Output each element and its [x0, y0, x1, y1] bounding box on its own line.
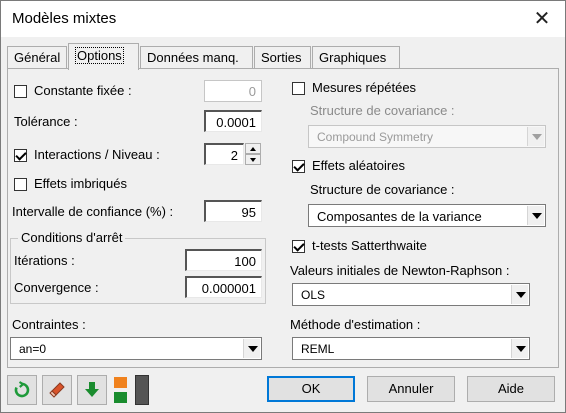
constante-fixee-checkbox[interactable]	[14, 85, 27, 98]
contraintes-select[interactable]: an=0	[10, 337, 262, 360]
intervalle-label: Intervalle de confiance (%) :	[12, 204, 174, 219]
constante-fixee-field[interactable]: 0	[204, 80, 262, 102]
aleatoires-structure-select[interactable]: Composantes de la variance	[308, 204, 546, 227]
tab-graphiques[interactable]: Graphiques	[312, 46, 400, 69]
download-button[interactable]	[77, 375, 107, 405]
intervalle-field[interactable]: 95	[204, 200, 262, 222]
effets-imbriques-checkbox[interactable]	[14, 178, 27, 191]
color-split-icon	[114, 377, 127, 388]
newton-raphson-label: Valeurs initiales de Newton-Raphson :	[290, 263, 510, 278]
constante-fixee-label: Constante fixée :	[34, 83, 132, 98]
close-icon[interactable]: ✕	[531, 7, 553, 29]
interactions-label: Interactions / Niveau :	[34, 147, 160, 162]
clear-button[interactable]	[42, 375, 72, 405]
tab-sorties[interactable]: Sorties	[254, 46, 311, 69]
mesures-structure-label: Structure de covariance :	[310, 103, 455, 118]
color-split-button[interactable]	[111, 375, 131, 405]
dialog-window: Modèles mixtes ✕ Général Options Données…	[0, 0, 566, 413]
tab-options[interactable]: Options	[68, 43, 139, 70]
contraintes-label: Contraintes :	[12, 317, 86, 332]
help-button[interactable]: Aide	[467, 376, 555, 402]
mesures-repetees-label: Mesures répétées	[312, 80, 417, 95]
window-title: Modèles mixtes	[12, 10, 117, 27]
tolerance-field[interactable]: 0.0001	[204, 110, 262, 132]
stepper-up-icon[interactable]	[245, 143, 261, 154]
interactions-level-field[interactable]: 2	[204, 143, 244, 165]
convergence-label: Convergence :	[14, 280, 99, 295]
chevron-down-icon[interactable]	[511, 285, 528, 304]
methode-label: Méthode d'estimation :	[290, 317, 421, 332]
interactions-checkbox[interactable]	[14, 149, 27, 162]
convergence-field[interactable]: 0.000001	[185, 276, 262, 298]
effets-aleatoires-checkbox[interactable]	[292, 160, 305, 173]
iterations-label: Itérations :	[14, 253, 75, 268]
tab-donnees-manquantes[interactable]: Données manq.	[140, 46, 253, 69]
tab-strip: Général Options Données manq. Sorties Gr…	[7, 43, 566, 70]
conditions-arret-title: Conditions d'arrêt	[18, 230, 126, 245]
chevron-down-icon[interactable]	[511, 339, 528, 358]
tab-general[interactable]: Général	[7, 46, 67, 69]
mesures-structure-select[interactable]: Compound Symmetry	[308, 125, 546, 148]
mesures-repetees-checkbox[interactable]	[292, 82, 305, 95]
cancel-button[interactable]: Annuler	[367, 376, 455, 402]
eraser-icon	[49, 382, 65, 398]
newton-raphson-value: OLS	[301, 288, 326, 302]
tolerance-label: Tolérance :	[14, 114, 78, 129]
contraintes-value: an=0	[19, 342, 47, 356]
mesures-structure-value: Compound Symmetry	[317, 130, 434, 144]
options-panel: Constante fixée : 0 Tolérance : 0.0001 I…	[7, 68, 559, 368]
reset-icon	[14, 381, 30, 398]
title-bar: Modèles mixtes ✕	[1, 1, 565, 37]
newton-raphson-select[interactable]: OLS	[292, 283, 530, 306]
separator-bar	[135, 375, 149, 405]
effets-aleatoires-label: Effets aléatoires	[312, 158, 405, 173]
aleatoires-structure-label: Structure de covariance :	[310, 182, 455, 197]
methode-select[interactable]: REML	[292, 337, 530, 360]
satterthwaite-checkbox[interactable]	[292, 240, 305, 253]
effets-imbriques-label: Effets imbriqués	[34, 176, 127, 191]
download-arrow-icon	[85, 382, 99, 397]
interactions-level-stepper[interactable]	[245, 143, 261, 165]
stepper-down-icon[interactable]	[245, 154, 261, 165]
chevron-down-icon[interactable]	[243, 339, 260, 358]
chevron-down-icon[interactable]	[527, 206, 544, 225]
color-split-bottom	[114, 392, 127, 403]
aleatoires-structure-value: Composantes de la variance	[317, 209, 482, 224]
reset-button[interactable]	[7, 375, 37, 405]
iterations-field[interactable]: 100	[185, 249, 262, 271]
ok-button[interactable]: OK	[267, 376, 355, 402]
chevron-down-icon[interactable]	[527, 127, 544, 146]
methode-value: REML	[301, 342, 335, 356]
satterthwaite-label: t-tests Satterthwaite	[312, 238, 427, 253]
